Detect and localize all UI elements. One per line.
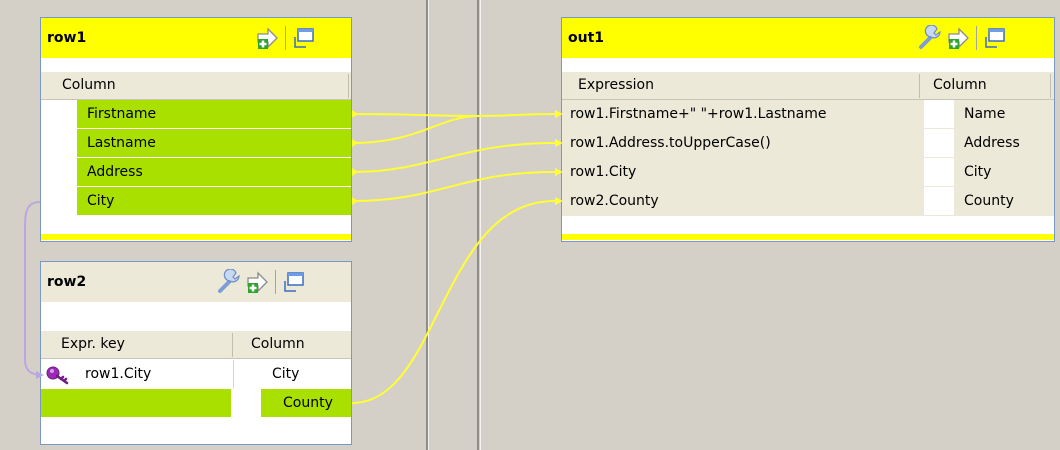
row1-item-label: Lastname <box>87 135 156 151</box>
row2-column-value: City <box>272 366 300 382</box>
out1-column-value: City <box>964 164 992 180</box>
toolbar-separator <box>275 270 276 294</box>
row1-item-lastname[interactable]: Lastname <box>41 129 351 158</box>
row1-title: row1 <box>47 30 87 46</box>
row1-item-label: Firstname <box>87 106 157 122</box>
out1-column-value: Name <box>964 106 1006 122</box>
row1-column-header-label: Column <box>62 77 116 93</box>
row1-item-firstname[interactable]: Firstname <box>41 100 351 129</box>
out1-item-name[interactable]: row1.Firstname+" "+row1.Lastname Name <box>562 100 1054 129</box>
minimize-icon[interactable] <box>280 268 308 296</box>
add-column-icon[interactable] <box>243 268 271 296</box>
out1-item-county[interactable]: row2.County County <box>562 187 1054 216</box>
row2-item-city[interactable]: row1.City City <box>41 360 351 389</box>
row2-column-header[interactable]: Expr. key Column <box>41 331 351 359</box>
out1-header-expression: Expression <box>578 77 654 93</box>
expression-filter-icon[interactable] <box>215 268 243 296</box>
pane-divider-left-highlight <box>428 0 429 450</box>
key-icon <box>45 360 75 388</box>
out1-table[interactable]: out1 Expression Column row1.Firstname+" … <box>561 17 1055 242</box>
row2-expr-key-value[interactable]: row1.City <box>85 366 151 382</box>
out1-header-column: Column <box>933 77 987 93</box>
minimize-icon[interactable] <box>290 24 318 52</box>
variables-pane <box>430 0 477 450</box>
row1-item-label: Address <box>87 164 143 180</box>
toolbar-separator <box>976 26 977 50</box>
row1-item-city[interactable]: City <box>41 187 351 216</box>
row1-item-address[interactable]: Address <box>41 158 351 187</box>
out1-header[interactable]: out1 <box>562 18 1054 58</box>
out1-expression-value[interactable]: row2.County <box>570 193 659 209</box>
out1-expression-value[interactable]: row1.Address.toUpperCase() <box>570 135 771 151</box>
row2-header-column: Column <box>251 336 305 352</box>
row1-footer-bar <box>41 234 351 240</box>
pane-divider-right-highlight <box>480 0 481 450</box>
out1-title: out1 <box>568 30 605 46</box>
row1-table[interactable]: row1 Column Firstname Lastname Address C… <box>40 17 352 242</box>
add-column-icon[interactable] <box>253 24 281 52</box>
row2-header-expr-key: Expr. key <box>61 336 125 352</box>
out1-column-value: County <box>964 193 1014 209</box>
row1-item-label: City <box>87 193 115 209</box>
row1-column-header[interactable]: Column <box>41 72 351 100</box>
toolbar-separator <box>285 26 286 50</box>
row2-item-county[interactable]: County <box>41 389 351 418</box>
add-column-icon[interactable] <box>944 24 972 52</box>
minimize-icon[interactable] <box>981 24 1009 52</box>
row2-table[interactable]: row2 Expr. key Column row1.City City Cou… <box>40 261 352 445</box>
row1-header[interactable]: row1 <box>41 18 351 58</box>
row2-column-value: County <box>283 395 333 411</box>
out1-expression-value[interactable]: row1.Firstname+" "+row1.Lastname <box>570 106 826 122</box>
out1-item-address[interactable]: row1.Address.toUpperCase() Address <box>562 129 1054 158</box>
out1-expression-value[interactable]: row1.City <box>570 164 636 180</box>
pane-divider-right[interactable] <box>477 0 479 450</box>
out1-footer-bar <box>562 234 1054 240</box>
out1-item-city[interactable]: row1.City City <box>562 158 1054 187</box>
row2-title: row2 <box>47 274 87 290</box>
out1-column-header[interactable]: Expression Column <box>562 72 1054 100</box>
expression-filter-icon[interactable] <box>916 24 944 52</box>
row2-header[interactable]: row2 <box>41 262 351 302</box>
out1-column-value: Address <box>964 135 1020 151</box>
